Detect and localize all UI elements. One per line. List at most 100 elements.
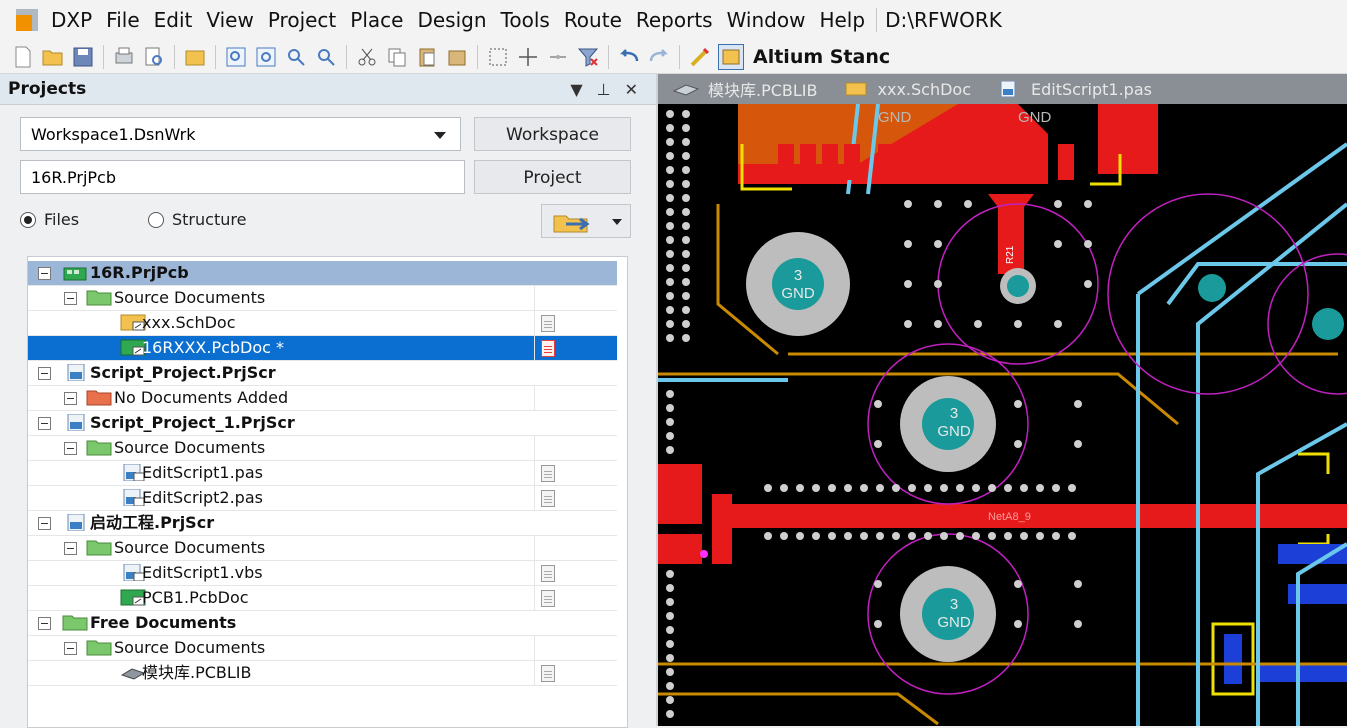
- collapse-toggle-icon[interactable]: [38, 267, 51, 280]
- menu-place[interactable]: Place: [343, 0, 410, 40]
- tree-row[interactable]: 模块库.PCBLIB: [28, 661, 617, 686]
- menu-route[interactable]: Route: [557, 0, 629, 40]
- menu-design[interactable]: Design: [410, 0, 493, 40]
- menu-window[interactable]: Window: [720, 0, 813, 40]
- select-area-icon[interactable]: [486, 45, 510, 69]
- zoom-fit-icon[interactable]: [224, 45, 248, 69]
- print-icon[interactable]: [112, 45, 136, 69]
- menu-edit[interactable]: Edit: [147, 0, 200, 40]
- tab-pcblib[interactable]: 模块库.PCBLIB: [672, 77, 818, 101]
- tree-item-label: 启动工程.PrjScr: [90, 513, 215, 532]
- radio-files-indicator[interactable]: [20, 211, 36, 228]
- standard-toolbar-label[interactable]: Altium Stanc: [753, 46, 890, 68]
- close-icon[interactable]: ✕: [625, 80, 638, 99]
- zoom-area-icon[interactable]: [254, 45, 278, 69]
- workspace-button[interactable]: Workspace: [474, 117, 631, 151]
- tree-row[interactable]: EditScript2.pas: [28, 486, 617, 511]
- tree-row[interactable]: EditScript1.vbs: [28, 561, 617, 586]
- pcb-editor-canvas[interactable]: R21 NetA8_9 3 GND 3 GND 3 GND GND GND: [658, 104, 1347, 726]
- tree-item-label: No Documents Added: [114, 388, 289, 407]
- tree-row[interactable]: EditScript1.pas: [28, 461, 617, 486]
- tab-editscript[interactable]: EditScript1.pas: [995, 80, 1152, 99]
- zoom-filter-icon[interactable]: [314, 45, 338, 69]
- tree-row[interactable]: Source Documents: [28, 636, 617, 661]
- redo-icon[interactable]: [647, 45, 671, 69]
- save-icon[interactable]: [71, 45, 95, 69]
- panel-header: Projects ▼ ⊥ ✕: [0, 74, 656, 105]
- tree-row[interactable]: xxx.SchDoc: [28, 311, 617, 336]
- workspace-select[interactable]: Workspace1.DsnWrk: [20, 117, 461, 151]
- tree-row[interactable]: 16R.PrjPcb: [28, 261, 617, 286]
- tree-row[interactable]: Script_Project_1.PrjScr: [28, 411, 617, 436]
- collapse-toggle-icon[interactable]: [64, 542, 77, 555]
- collapse-toggle-icon[interactable]: [64, 292, 77, 305]
- open-document-button[interactable]: [541, 204, 631, 238]
- menu-reports[interactable]: Reports: [629, 0, 720, 40]
- menu-project[interactable]: Project: [261, 0, 343, 40]
- component-library-icon[interactable]: [718, 43, 744, 70]
- dxp-logo-icon[interactable]: [16, 9, 38, 31]
- radio-structure-indicator[interactable]: [148, 211, 164, 228]
- new-document-icon[interactable]: [11, 45, 35, 69]
- chevron-down-icon[interactable]: [612, 219, 622, 225]
- collapse-toggle-icon[interactable]: [64, 392, 77, 405]
- radio-files[interactable]: Files: [20, 210, 79, 229]
- tree-item-label: 模块库.PCBLIB: [142, 663, 252, 682]
- collapse-toggle-icon[interactable]: [38, 417, 51, 430]
- cut-icon[interactable]: [355, 45, 379, 69]
- copy-icon[interactable]: [385, 45, 409, 69]
- tree-row[interactable]: Free Documents: [28, 611, 617, 636]
- mounting-pad: [772, 258, 824, 310]
- document-path[interactable]: D:\RFWORK: [876, 8, 1002, 32]
- collapse-toggle-icon[interactable]: [38, 617, 51, 630]
- collapse-toggle-icon[interactable]: [38, 517, 51, 530]
- rubber-stamp-icon[interactable]: [445, 45, 469, 69]
- open-folder-icon[interactable]: [41, 45, 65, 69]
- tree-row[interactable]: Source Documents: [28, 536, 617, 561]
- open-project-icon[interactable]: [183, 45, 207, 69]
- tree-row[interactable]: No Documents Added: [28, 386, 617, 411]
- pcb-layout-drawing[interactable]: R21 NetA8_9 3 GND 3 GND 3 GND GND GND: [658, 104, 1347, 726]
- move-icon[interactable]: [516, 45, 540, 69]
- menu-dxp[interactable]: DXP: [44, 0, 99, 40]
- toolbar-separator: [608, 44, 609, 69]
- tree-item-label: EditScript1.pas: [142, 463, 263, 482]
- collapse-toggle-icon[interactable]: [64, 442, 77, 455]
- collapse-toggle-icon[interactable]: [38, 367, 51, 380]
- project-button[interactable]: Project: [474, 160, 631, 194]
- tree-row[interactable]: PCB1.PcbDoc: [28, 586, 617, 611]
- column-divider: [534, 486, 535, 510]
- tab-label: EditScript1.pas: [1031, 79, 1152, 99]
- copper-pad: [712, 494, 732, 564]
- clear-filter-icon[interactable]: [576, 45, 600, 69]
- cross-probe-icon[interactable]: [688, 45, 712, 69]
- panel-menu-icon[interactable]: ▼: [570, 80, 582, 99]
- document-status-icon: [541, 315, 555, 332]
- menu-tools[interactable]: Tools: [494, 0, 557, 40]
- menu-help[interactable]: Help: [812, 0, 872, 40]
- pin-icon[interactable]: ⊥: [597, 80, 611, 99]
- project-field[interactable]: 16R.PrjPcb: [20, 160, 465, 194]
- mounting-pad: [1312, 308, 1344, 340]
- project-tree: 16R.PrjPcb Source Documents xxx.SchDoc 16RX…: [27, 256, 628, 728]
- radio-structure[interactable]: Structure: [148, 210, 246, 229]
- mounting-pad: [1007, 275, 1029, 297]
- tree-row[interactable]: Script_Project.PrjScr: [28, 361, 617, 386]
- tree-item-label: Source Documents: [114, 538, 266, 557]
- menu-view[interactable]: View: [199, 0, 260, 40]
- tree-row[interactable]: 16RXXX.PcbDoc *: [28, 336, 617, 361]
- zoom-selected-icon[interactable]: [284, 45, 308, 69]
- print-preview-icon[interactable]: [142, 45, 166, 69]
- tree-row[interactable]: Source Documents: [28, 436, 617, 461]
- tree-row[interactable]: 启动工程.PrjScr: [28, 511, 617, 536]
- tree-row[interactable]: Source Documents: [28, 286, 617, 311]
- deselect-icon[interactable]: [546, 45, 570, 69]
- paste-icon[interactable]: [415, 45, 439, 69]
- menu-bar: DXP File Edit View Project Place Design …: [0, 0, 1347, 40]
- menu-file[interactable]: File: [99, 0, 146, 40]
- chevron-down-icon[interactable]: [434, 132, 446, 139]
- pad-number: 3: [950, 596, 958, 613]
- collapse-toggle-icon[interactable]: [64, 642, 77, 655]
- undo-icon[interactable]: [617, 45, 641, 69]
- tab-schdoc[interactable]: xxx.SchDoc: [842, 80, 971, 99]
